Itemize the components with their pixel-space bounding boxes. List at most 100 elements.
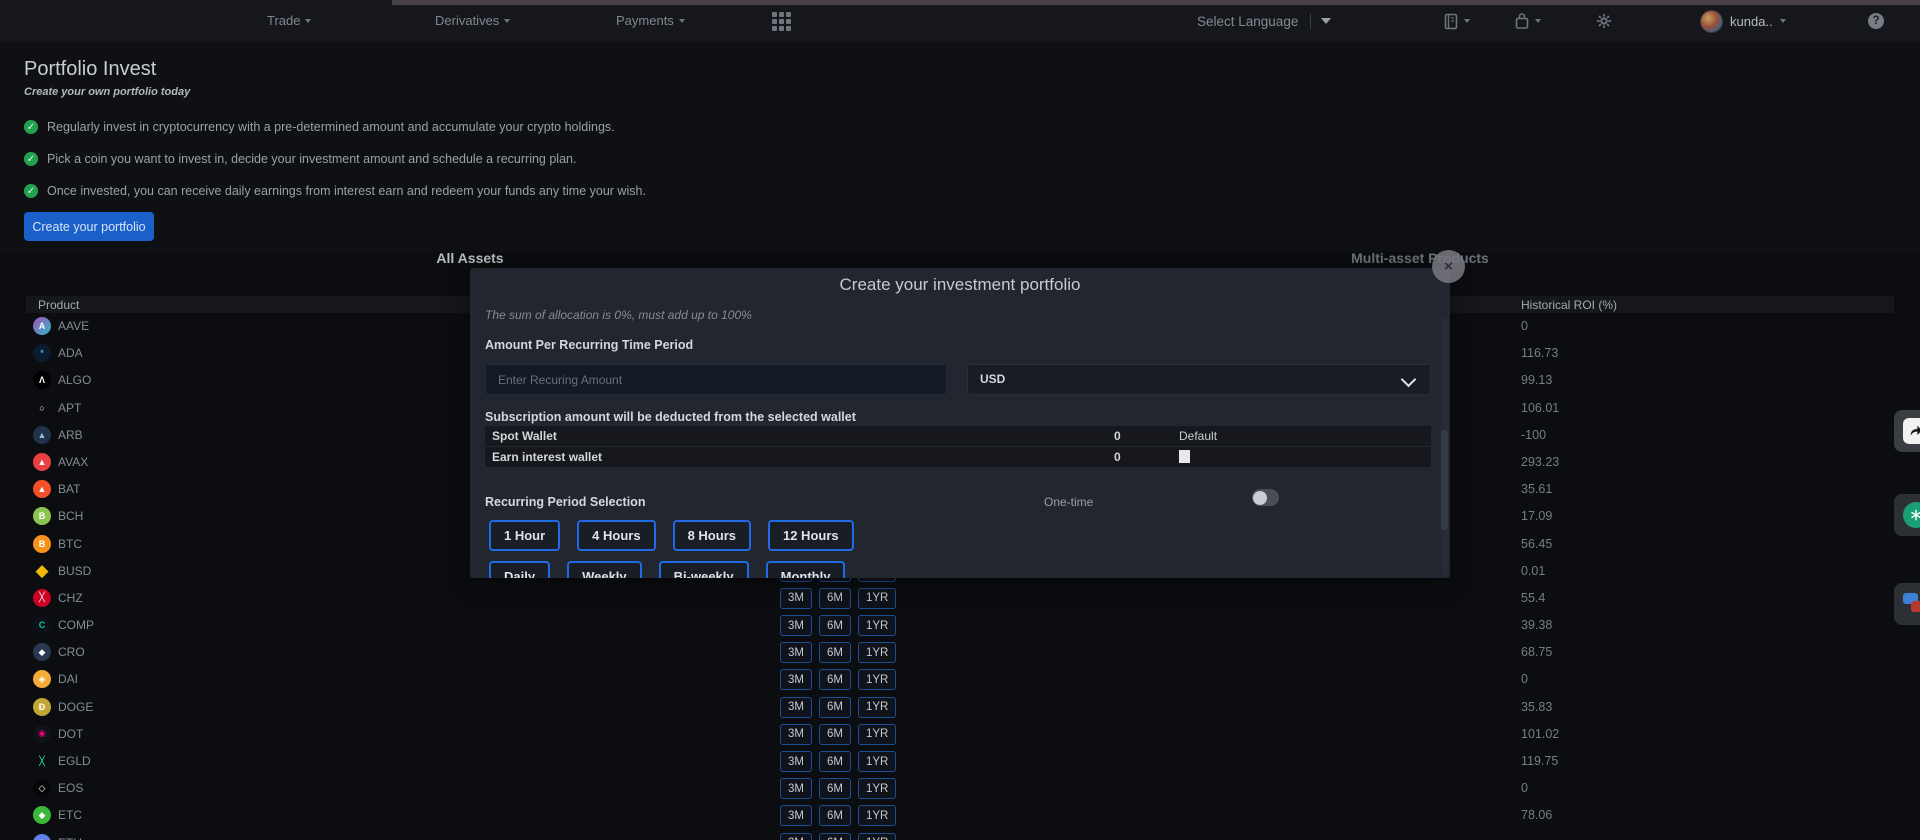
recurring-period-label: Recurring Period Selection xyxy=(485,495,645,509)
range-button-1yr[interactable]: 1YR xyxy=(858,588,896,609)
range-buttons: 3M 6M 1YR xyxy=(780,751,896,772)
tab-multi-asset-products[interactable]: Multi-asset Products xyxy=(1320,250,1520,266)
modal-close-button[interactable]: × xyxy=(1432,250,1465,283)
range-button-6m[interactable]: 6M xyxy=(819,805,851,826)
period-button-weekly[interactable]: Weekly xyxy=(567,561,642,578)
nav-payments[interactable]: Payments xyxy=(616,0,685,42)
roi-value: 0 xyxy=(1521,775,1528,802)
ai-assistant-extension-button[interactable] xyxy=(1894,494,1920,536)
range-button-1yr[interactable]: 1YR xyxy=(858,697,896,718)
one-time-toggle[interactable] xyxy=(1252,489,1279,506)
range-button-6m[interactable]: 6M xyxy=(819,588,851,609)
nav-trade[interactable]: Trade xyxy=(267,0,311,42)
range-button-6m[interactable]: 6M xyxy=(819,833,851,840)
period-button-1-hour[interactable]: 1 Hour xyxy=(489,520,560,551)
range-button-1yr[interactable]: 1YR xyxy=(858,669,896,690)
range-button-6m[interactable]: 6M xyxy=(819,778,851,799)
table-row: Ð DOGE 3M 6M 1YR 35.83 xyxy=(0,694,1920,721)
modal-scrollbar xyxy=(1441,318,1448,576)
range-button-1yr[interactable]: 1YR xyxy=(858,642,896,663)
range-button-6m[interactable]: 6M xyxy=(819,642,851,663)
roi-value: 68.75 xyxy=(1521,639,1552,666)
recurring-amount-input[interactable] xyxy=(485,364,947,395)
chevron-down-icon xyxy=(305,19,311,23)
coin-symbol: ALGO xyxy=(58,367,91,394)
roi-value: -100 xyxy=(1521,422,1546,449)
create-portfolio-button[interactable]: Create your portfolio xyxy=(24,212,154,241)
gear-icon xyxy=(1596,13,1612,29)
range-button-1yr[interactable]: 1YR xyxy=(858,805,896,826)
roi-value: 35.83 xyxy=(1521,694,1552,721)
nav-payments-label: Payments xyxy=(616,0,674,42)
range-button-6m[interactable]: 6M xyxy=(819,751,851,772)
range-button-1yr[interactable]: 1YR xyxy=(858,615,896,636)
table-row: ◆ ETH 3M 6M 1YR xyxy=(0,830,1920,840)
scrollbar-thumb[interactable] xyxy=(1441,430,1448,530)
btc-coin-icon: B xyxy=(33,535,51,553)
coin-symbol: BTC xyxy=(58,531,82,558)
user-menu[interactable]: kunda.. xyxy=(1700,0,1786,42)
range-button-1yr[interactable]: 1YR xyxy=(858,833,896,840)
range-button-1yr[interactable]: 1YR xyxy=(858,778,896,799)
roi-value: 0 xyxy=(1521,666,1528,693)
language-selector[interactable]: Select Language xyxy=(1197,0,1331,42)
period-button-8-hours[interactable]: 8 Hours xyxy=(673,520,751,551)
etc-coin-icon: ◆ xyxy=(33,806,51,824)
period-button-12-hours[interactable]: 12 Hours xyxy=(768,520,854,551)
dot-coin-icon: ◉ xyxy=(33,725,51,743)
help-button[interactable]: ? xyxy=(1868,0,1884,42)
coin-symbol: BUSD xyxy=(58,558,91,585)
currency-value: USD xyxy=(980,372,1005,386)
apps-grid-icon[interactable] xyxy=(772,12,792,32)
range-buttons: 3M 6M 1YR xyxy=(780,669,896,690)
period-buttons-row2: Daily Weekly Bi-weekly Monthly xyxy=(489,561,845,578)
range-button-3m[interactable]: 3M xyxy=(780,724,812,745)
coin-symbol: DOGE xyxy=(58,694,93,721)
range-button-6m[interactable]: 6M xyxy=(819,615,851,636)
doge-coin-icon: Ð xyxy=(33,698,51,716)
period-button-4-hours[interactable]: 4 Hours xyxy=(577,520,655,551)
coin-symbol: AAVE xyxy=(58,313,89,340)
roi-value: 0 xyxy=(1521,313,1528,340)
tab-all-assets[interactable]: All Assets xyxy=(370,250,570,266)
chevron-down-icon xyxy=(1780,19,1786,23)
period-button-bi-weekly[interactable]: Bi-weekly xyxy=(659,561,749,578)
benefit-text: Regularly invest in cryptocurrency with … xyxy=(47,120,615,134)
range-button-3m[interactable]: 3M xyxy=(780,642,812,663)
wallet-default-checkbox[interactable] xyxy=(1179,450,1190,463)
amount-label: Amount Per Recurring Time Period xyxy=(485,338,693,352)
range-button-6m[interactable]: 6M xyxy=(819,724,851,745)
coin-symbol: ETH xyxy=(58,830,82,840)
nav-derivatives[interactable]: Derivatives xyxy=(435,0,510,42)
avax-coin-icon: ▲ xyxy=(33,453,51,471)
period-button-daily[interactable]: Daily xyxy=(489,561,550,578)
range-button-3m[interactable]: 3M xyxy=(780,778,812,799)
range-button-3m[interactable]: 3M xyxy=(780,615,812,636)
range-button-3m[interactable]: 3M xyxy=(780,805,812,826)
range-button-6m[interactable]: 6M xyxy=(819,697,851,718)
currency-select[interactable]: USD xyxy=(967,364,1431,395)
share-extension-button[interactable] xyxy=(1894,410,1920,452)
period-button-monthly[interactable]: Monthly xyxy=(766,561,846,578)
range-button-3m[interactable]: 3M xyxy=(780,588,812,609)
wallet-menu[interactable] xyxy=(1514,0,1541,42)
range-button-3m[interactable]: 3M xyxy=(780,751,812,772)
table-row: CCOMP3M6M1YR39.38 xyxy=(0,612,1920,639)
help-icon: ? xyxy=(1868,13,1884,29)
chat-extension-button[interactable] xyxy=(1894,583,1920,625)
range-button-1yr[interactable]: 1YR xyxy=(858,751,896,772)
range-button-3m[interactable]: 3M xyxy=(780,669,812,690)
range-button-6m[interactable]: 6M xyxy=(819,669,851,690)
settings-button[interactable] xyxy=(1596,0,1612,42)
roi-column-header: Historical ROI (%) xyxy=(1521,298,1617,312)
range-button-3m[interactable]: 3M xyxy=(780,833,812,840)
period-buttons-row1: 1 Hour 4 Hours 8 Hours 12 Hours xyxy=(489,520,854,551)
orders-menu[interactable] xyxy=(1443,0,1470,42)
benefit-item: ✓Regularly invest in cryptocurrency with… xyxy=(24,111,646,143)
range-button-1yr[interactable]: 1YR xyxy=(858,724,896,745)
eth-coin-icon: ◆ xyxy=(33,834,51,840)
range-button-3m[interactable]: 3M xyxy=(780,697,812,718)
coin-symbol: ARB xyxy=(58,422,83,449)
range-buttons: 3M 6M 1YR xyxy=(780,778,896,799)
wallet-name: Spot Wallet xyxy=(492,426,557,446)
